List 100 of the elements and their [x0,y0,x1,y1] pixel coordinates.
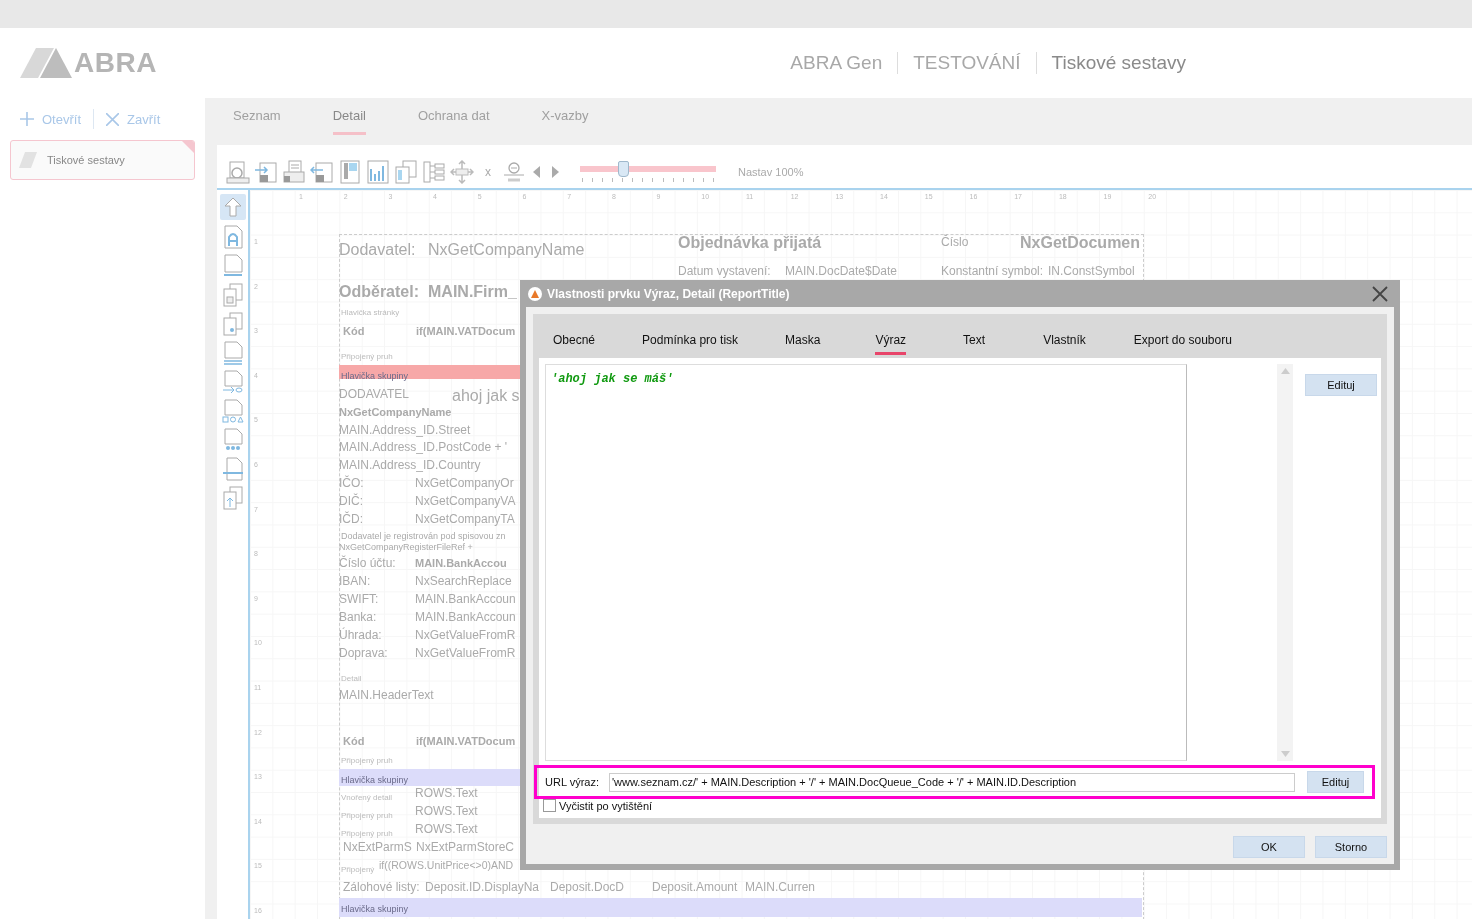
report-field[interactable]: MAIN.BankAccoun [415,611,516,625]
x-button[interactable]: x [478,160,498,184]
report-field[interactable]: Kód [343,735,365,748]
report-field[interactable]: MAIN.DocDate$Date [785,265,898,279]
report-field[interactable]: Číslo účtu: [339,557,396,571]
open-button[interactable]: Otevřít [18,111,83,127]
tab[interactable]: Export do souboru [1133,318,1232,355]
report-field[interactable]: NxGetValueFromR [415,629,516,643]
report-field[interactable]: Vnořený detail [341,793,393,803]
module-card[interactable]: Tiskové sestavy [10,140,195,180]
report-field[interactable]: NxGetCompanyOr [415,477,514,491]
tab[interactable]: Podmínka pro tisk [642,318,739,355]
report-field[interactable]: DODAVATEL [339,388,409,402]
report-field[interactable]: Kód [343,325,365,338]
tab[interactable]: Obecné [553,318,596,355]
print-preview-icon[interactable] [226,160,250,184]
url-field[interactable]: 'www.seznam.cz/' + MAIN.Description + '/' + MAIN.DocQueue_Code + '/' + MAIN.ID.Description [609,772,1295,792]
page-line-icon[interactable] [221,457,244,481]
report-field[interactable]: if(MAIN.VATDocum [416,735,516,748]
report-field[interactable]: MAIN.BankAccoun [415,593,516,607]
cancel-button[interactable]: Storno [1315,836,1387,858]
tab[interactable]: X-vazby [541,98,589,135]
report-field[interactable]: NxExtParmStoreC [416,841,515,855]
zoom-slider[interactable] [580,160,716,184]
report-field[interactable]: MAIN.BankAccou [415,557,507,570]
report-field[interactable]: MAIN.Curren [745,881,815,895]
report-field[interactable]: Objednávka přijatá [678,234,822,253]
tab[interactable]: Ochrana dat [417,98,490,135]
pages-icon[interactable] [221,283,244,307]
tab[interactable]: Seznam [233,98,281,135]
up-arrow-icon[interactable] [1280,368,1290,374]
report-field[interactable]: NxGetCompanyName [428,241,585,260]
tab[interactable]: Výraz [875,318,907,355]
pages-icon[interactable] [221,312,244,336]
report-field[interactable]: ROWS.Text [415,823,478,837]
report-field[interactable]: if(MAIN.VATDocum [416,325,516,338]
report-field[interactable]: Připojený [341,865,375,875]
report-field[interactable]: IČD: [339,513,363,527]
scrollbar[interactable] [1277,364,1293,761]
breadcrumb-item[interactable]: ABRA Gen [790,52,883,74]
pages-arrow-icon[interactable] [221,486,244,510]
report-field[interactable]: Odběratel: [339,283,419,302]
printer-icon[interactable] [282,160,306,184]
report-field[interactable]: Hlavička stránky [341,308,400,318]
page-letter-icon[interactable] [221,225,244,249]
tab[interactable]: Vlastník [1043,318,1086,355]
report-field[interactable]: ROWS.Text [415,787,478,801]
report-field[interactable]: ahoj jak s [452,387,520,406]
report-field[interactable]: NxSearchReplace [415,575,512,589]
report-field[interactable]: Deposit.DocD [550,881,625,895]
band-bar[interactable]: Hlavička skupiny [339,898,1142,917]
up-arrow-icon[interactable] [222,196,243,218]
report-field[interactable]: Konstantní symbol: [941,265,1044,279]
page-icon[interactable] [221,254,244,278]
report-field[interactable]: Zálohové listy: [343,881,420,895]
report-field[interactable]: SWIFT: [339,593,379,607]
report-field[interactable]: NxGetCompanyVA [415,495,516,509]
report-field[interactable]: IČO: [339,477,364,491]
report-field[interactable]: DIČ: [339,495,363,509]
page-arrow-icon[interactable] [221,370,244,394]
formula-icon[interactable] [502,160,526,184]
report-field[interactable]: NxGetCompanyName [339,406,452,419]
copy-icon[interactable] [394,160,418,184]
report-field[interactable]: Dodavatel je registrován pod spisovou zn [341,531,506,542]
report-field[interactable]: NxGetValueFromR [415,647,516,661]
checkbox-label[interactable]: Vyčistit po vytištění [559,799,653,812]
move-icon[interactable] [450,160,474,184]
report-field[interactable]: IN.ConstSymbol [1048,265,1135,279]
report-field[interactable]: Datum vystavení: [678,265,771,279]
tree-icon[interactable] [422,160,446,184]
report-field[interactable]: ROWS.Text [415,805,478,819]
report-field[interactable]: Úhrada: [339,629,382,643]
page-shapes-icon[interactable] [221,399,244,423]
close-icon[interactable] [1372,285,1388,302]
tab[interactable]: Text [963,318,986,355]
checkbox[interactable] [543,799,556,812]
report-field[interactable]: MAIN.Firm_ [428,283,517,302]
chart-page-icon[interactable] [366,160,390,184]
edit-button[interactable]: Edituj [1305,374,1377,396]
page-dots-icon[interactable] [221,428,244,452]
tab[interactable]: Maska [785,318,821,355]
down-arrow-icon[interactable] [1280,751,1290,757]
report-field[interactable]: Deposit.Amount [652,881,738,895]
breadcrumb-item[interactable]: TESTOVÁNÍ [913,52,1021,74]
report-field[interactable]: Dodavatel: [339,241,416,260]
export-icon[interactable] [310,160,334,184]
report-field[interactable]: NxExtParmS [343,841,412,855]
report-field[interactable]: NxGetDocumen [1020,234,1141,253]
report-field[interactable]: NxGetCompanyTA [415,513,515,527]
report-field[interactable]: MAIN.Address_ID.PostCode + ' [339,441,508,455]
report-field[interactable]: Číslo [941,236,969,250]
close-button[interactable]: Zavřít [104,111,163,127]
report-field[interactable]: MAIN.Address_ID.Country [339,459,481,473]
edit-button[interactable]: Edituj [1307,771,1364,793]
report-field[interactable]: Doprava: [339,647,388,661]
page-layout-icon[interactable] [338,160,362,184]
report-field[interactable]: MAIN.Address_ID.Street [339,424,471,438]
code-editor[interactable]: 'ahoj jak se máš' [545,364,1187,761]
report-field[interactable]: if((ROWS.UnitPrice<>0)AND [379,859,514,872]
tab[interactable]: Detail [332,98,366,135]
